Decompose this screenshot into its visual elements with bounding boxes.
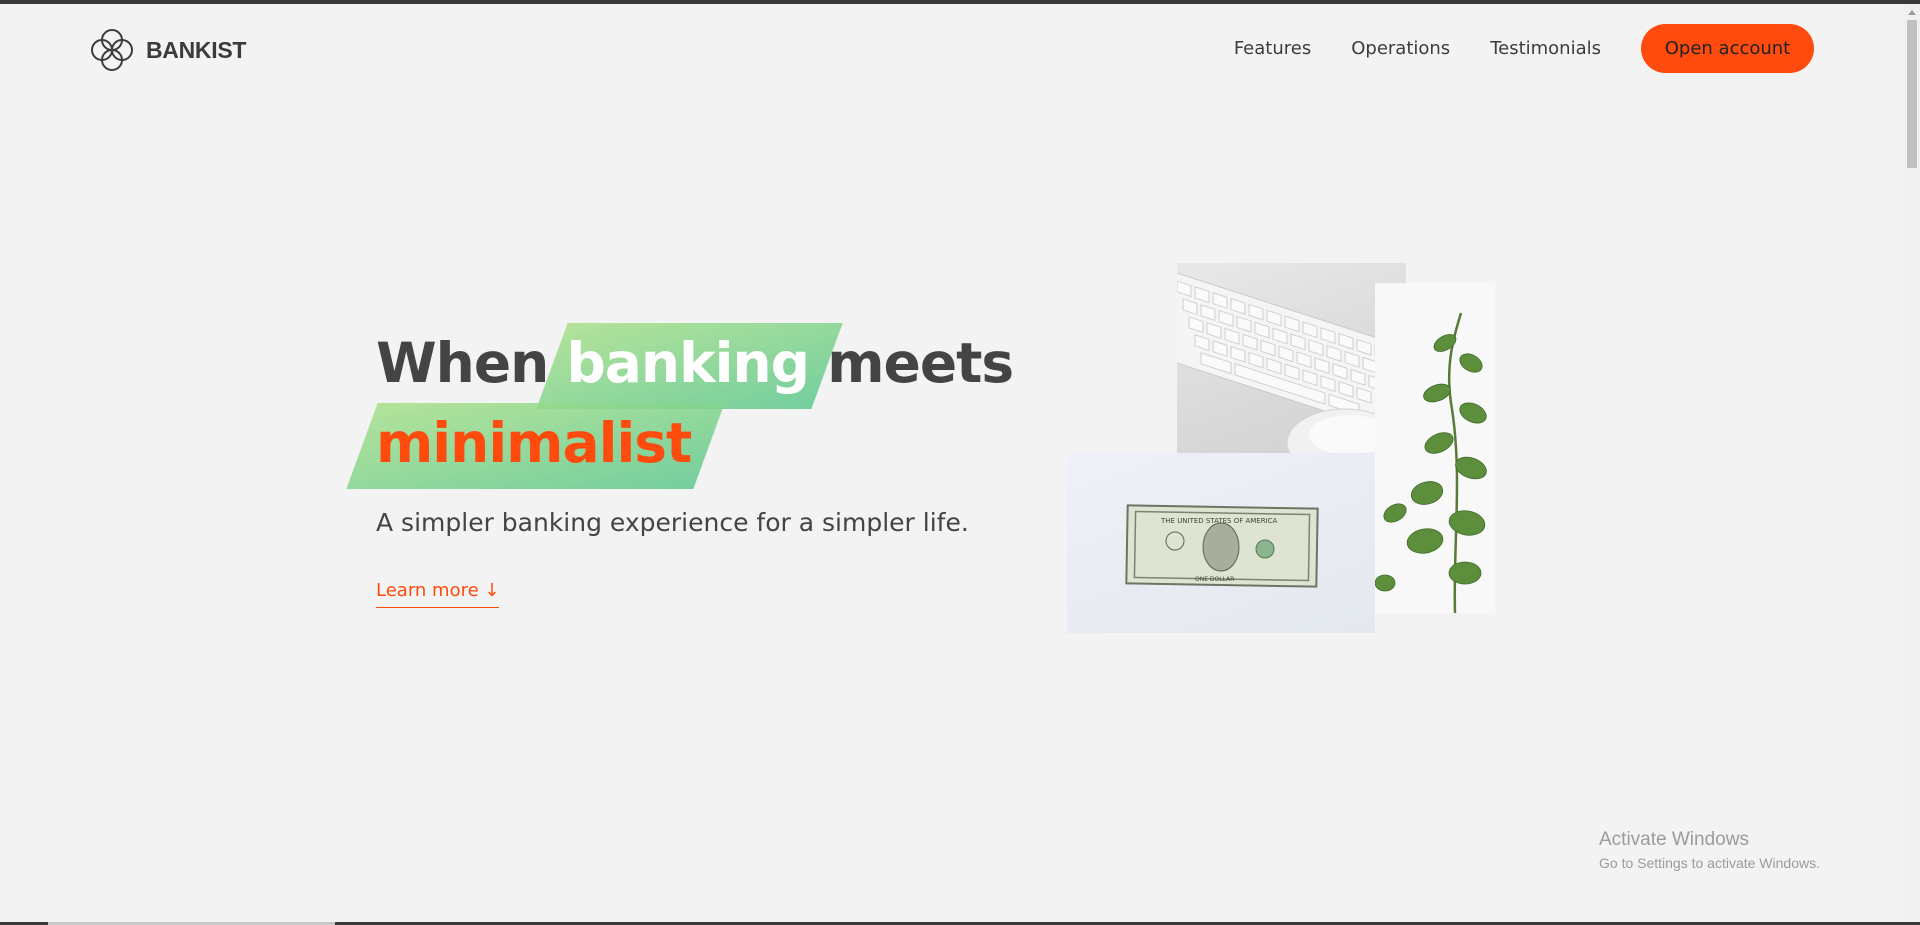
hero-image-collage: THE UNITED STATES OF AMERICA ONE DOLLAR (1067, 263, 1527, 633)
main-nav: Features Operations Testimonials Open ac… (1234, 24, 1814, 73)
watermark-subtitle: Go to Settings to activate Windows. (1599, 855, 1820, 871)
hero-title-word-meets: meets (827, 331, 1014, 395)
four-circles-logo-icon (91, 29, 133, 71)
scroll-up-arrow-icon[interactable] (1908, 10, 1916, 15)
keyboard-and-mouse-photo (1177, 263, 1406, 479)
hero-highlight-banking: banking (566, 323, 810, 403)
brand-logo[interactable]: BANKIST (88, 26, 246, 74)
watermark-title: Activate Windows (1599, 829, 1749, 850)
hero-highlight-minimalist: minimalist (376, 403, 692, 483)
learn-more-link[interactable]: Learn more ↓ (376, 580, 500, 608)
vertical-scrollbar[interactable] (1904, 4, 1920, 921)
hero-title: When banking meets minimalist (376, 323, 1014, 483)
nav-link-features[interactable]: Features (1234, 38, 1311, 59)
open-account-button[interactable]: Open account (1641, 24, 1814, 73)
hero-title-word-when: When (376, 331, 549, 395)
nav-link-testimonials[interactable]: Testimonials (1490, 38, 1601, 59)
window-top-border (0, 0, 1920, 4)
nav-link-operations[interactable]: Operations (1351, 38, 1450, 59)
hero-subtitle: A simpler banking experience for a simpl… (376, 508, 969, 537)
windows-activation-watermark: Activate Windows Go to Settings to activ… (1599, 829, 1820, 871)
dollar-bill-photo: THE UNITED STATES OF AMERICA ONE DOLLAR (1067, 453, 1375, 633)
brand-name: BANKIST (146, 36, 247, 63)
eucalyptus-plant-photo (1375, 283, 1495, 613)
svg-text:THE UNITED STATES OF AMERICA: THE UNITED STATES OF AMERICA (1160, 517, 1278, 525)
svg-text:ONE DOLLAR: ONE DOLLAR (1195, 576, 1234, 583)
scrollbar-thumb[interactable] (1907, 20, 1917, 168)
